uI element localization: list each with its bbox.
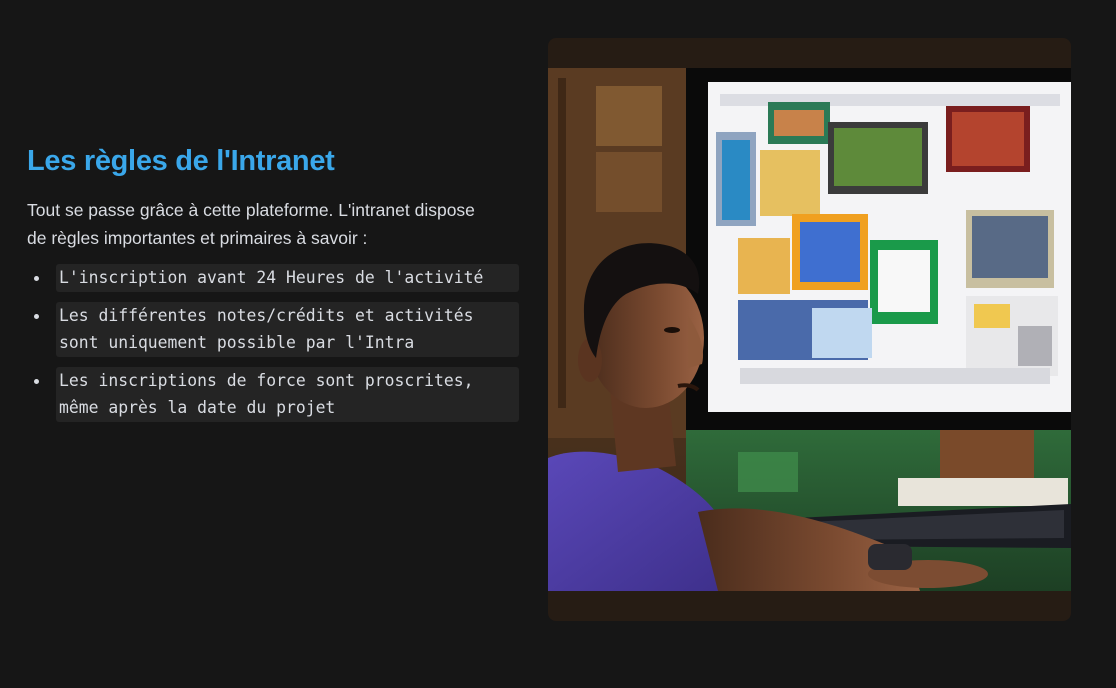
- rule-item: Les différentes notes/crédits et activit…: [34, 301, 519, 357]
- person-at-computer-illustration: [548, 68, 1071, 591]
- rule-text: Les inscriptions de force sont proscrite…: [56, 366, 519, 422]
- slide-title: Les règles de l'Intranet: [27, 145, 335, 177]
- rule-text: Les différentes notes/crédits et activit…: [56, 301, 519, 357]
- bullet-icon: [34, 276, 39, 281]
- intro-text: Tout se passe grâce à cette plateforme. …: [27, 200, 475, 248]
- bullet-icon: [34, 313, 39, 319]
- rule-text: L'inscription avant 24 Heures de l'activ…: [56, 264, 519, 292]
- rule-item: Les inscriptions de force sont proscrite…: [34, 366, 519, 422]
- image-frame: [548, 38, 1071, 621]
- rule-item: L'inscription avant 24 Heures de l'activ…: [34, 264, 519, 292]
- rules-list: L'inscription avant 24 Heures de l'activ…: [34, 264, 519, 432]
- bullet-icon: [34, 378, 39, 384]
- slide: Les règles de l'Intranet Tout se passe g…: [0, 0, 1116, 688]
